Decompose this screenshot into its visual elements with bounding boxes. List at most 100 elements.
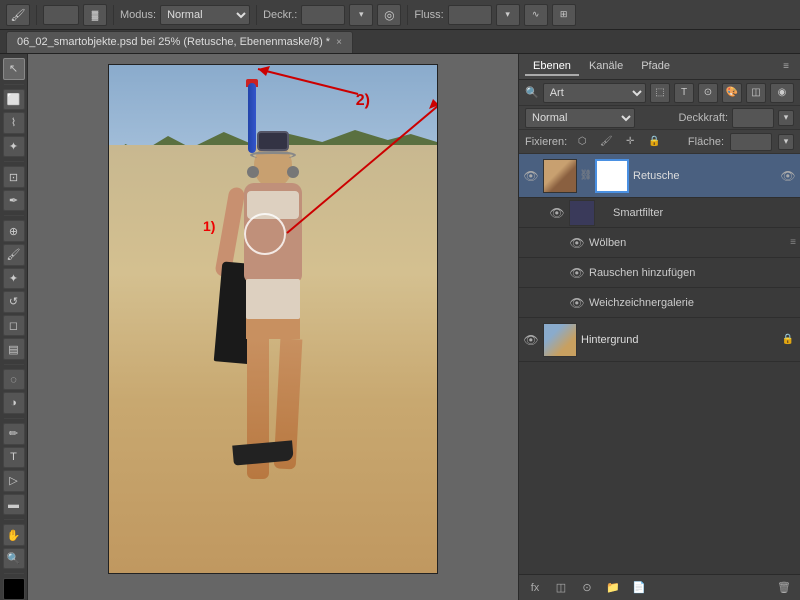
layer-chain-retusche[interactable]: ⛓ [581, 170, 591, 181]
filter-icon-2[interactable]: T [674, 83, 694, 103]
figure-head [254, 143, 292, 187]
opacity-label: Deckkraft: [678, 112, 728, 124]
layer-visibility-woelben[interactable]: 👁 [569, 235, 585, 251]
snorkel-tube [248, 83, 256, 153]
toolbar-separator-3 [256, 5, 257, 25]
tool-sep-2 [4, 161, 24, 162]
layer-thumb-hintergrund [543, 323, 577, 357]
pen-tool[interactable]: ✏ [3, 423, 25, 445]
move-tool[interactable]: ↖ [3, 58, 25, 80]
filter-icon-5[interactable]: ◫ [746, 83, 766, 103]
layer-item-rauschen[interactable]: 👁 Rauschen hinzufügen [519, 258, 800, 288]
lock-transparent-pixels[interactable]: ⬡ [573, 133, 591, 151]
layer-item-retusche[interactable]: 👁 ⛓ Retusche 👁 [519, 154, 800, 198]
filter-toggle[interactable]: ◉ [770, 83, 794, 103]
deckr-input[interactable]: 46% [301, 5, 345, 25]
tab-kanaele[interactable]: Kanäle [581, 58, 631, 76]
layer-item-smartfilter[interactable]: 👁 Smartfilter [519, 198, 800, 228]
extra-icon[interactable]: ⊞ [552, 4, 576, 26]
hand-tool[interactable]: ✋ [3, 524, 25, 546]
panel-menu-button[interactable]: ≡ [778, 59, 794, 75]
eyedropper-tool[interactable]: ✒ [3, 190, 25, 212]
modus-select[interactable]: Normal [160, 5, 250, 25]
brush-tool-icon[interactable]: 🖌 [6, 4, 30, 26]
quick-select-tool[interactable]: ✦ [3, 136, 25, 158]
deckr-dropdown-icon[interactable]: ▾ [349, 4, 373, 26]
delete-layer-button[interactable]: 🗑 [774, 578, 794, 598]
gradient-tool[interactable]: ▤ [3, 338, 25, 360]
crop-tool[interactable]: ⊡ [3, 166, 25, 188]
opacity-dropdown[interactable]: ▾ [778, 110, 794, 126]
healing-brush-tool[interactable]: ⊕ [3, 220, 25, 242]
layer-name-weichzeichner: Weichzeichnergalerie [589, 297, 796, 309]
blend-mode-select[interactable]: Normal [525, 108, 635, 128]
panel-header: Ebenen Kanäle Pfade ≡ [519, 54, 800, 80]
layer-lock-hintergrund: 🔒 [780, 332, 796, 348]
tool-sep-3 [4, 215, 24, 216]
top-toolbar: 🖌 509 ▓ Modus: Normal Deckr.: 46% ▾ ◎ Fl… [0, 0, 800, 30]
layer-visibility-rauschen[interactable]: 👁 [569, 265, 585, 281]
clone-stamp-tool[interactable]: ✦ [3, 268, 25, 290]
foreground-color[interactable] [3, 578, 25, 600]
tab-ebenen[interactable]: Ebenen [525, 58, 579, 76]
filter-icon-3[interactable]: ⊙ [698, 83, 718, 103]
blur-tool[interactable]: ◌ [3, 369, 25, 391]
tool-sep-5 [4, 418, 24, 419]
filter-type-select[interactable]: Art [543, 83, 646, 103]
brush-size-input[interactable]: 509 [43, 5, 79, 25]
text-tool[interactable]: T [3, 447, 25, 469]
layer-visibility-retusche[interactable]: 👁 [523, 168, 539, 184]
lock-position[interactable]: ✛ [621, 133, 639, 151]
create-layer-button[interactable]: 📄 [629, 578, 649, 598]
headphone-left [247, 166, 259, 178]
bikini-bottom [246, 279, 300, 319]
fx-button[interactable]: fx [525, 578, 545, 598]
shape-tool[interactable]: ▬ [3, 494, 25, 516]
layer-item-hintergrund[interactable]: 👁 Hintergrund 🔒 [519, 318, 800, 362]
toolbar-separator-2 [113, 5, 114, 25]
brush-preset-icon[interactable]: ▓ [83, 4, 107, 26]
main-area: ↖ ⬜ ⌇ ✦ ⊡ ✒ ⊕ 🖌 ✦ ↺ ◻ ▤ ◌ ◑ ✏ T ▷ ▬ ✋ 🔍 [0, 54, 800, 600]
add-adjustment-button[interactable]: ⊙ [577, 578, 597, 598]
filter-icon-1[interactable]: ⬚ [650, 83, 670, 103]
photo-figure [218, 143, 328, 513]
add-mask-button[interactable]: ◫ [551, 578, 571, 598]
tab-pfade[interactable]: Pfade [633, 58, 678, 76]
left-tools-panel: ↖ ⬜ ⌇ ✦ ⊡ ✒ ⊕ 🖌 ✦ ↺ ◻ ▤ ◌ ◑ ✏ T ▷ ▬ ✋ 🔍 [0, 54, 28, 600]
fluss-dropdown-icon[interactable]: ▾ [496, 4, 520, 26]
airbrush-icon[interactable]: ◎ [377, 4, 401, 26]
zoom-tool[interactable]: 🔍 [3, 548, 25, 570]
tab-close-button[interactable]: × [336, 37, 342, 48]
filter-icon-4[interactable]: 🎨 [722, 83, 742, 103]
layer-visibility-smartfilter[interactable]: 👁 [549, 205, 565, 221]
path-select-tool[interactable]: ▷ [3, 470, 25, 492]
fluss-input[interactable]: 100% [448, 5, 492, 25]
smoothing-icon[interactable]: ∿ [524, 4, 548, 26]
lock-image-pixels[interactable]: 🖌 [597, 133, 615, 151]
headphone-right [287, 166, 299, 178]
create-group-button[interactable]: 📁 [603, 578, 623, 598]
brush-tool[interactable]: 🖌 [3, 244, 25, 266]
flaeche-dropdown[interactable]: ▾ [778, 134, 794, 150]
layer-right-eye-retusche[interactable]: 👁 [780, 168, 796, 184]
layer-visibility-weichzeichner[interactable]: 👁 [569, 295, 585, 311]
tab-title: 06_02_smartobjekte.psd bei 25% (Retusche… [17, 36, 330, 48]
layer-name-retusche: Retusche [633, 170, 776, 182]
layer-visibility-hintergrund[interactable]: 👁 [523, 332, 539, 348]
flaeche-input[interactable]: 100% [730, 133, 772, 151]
opacity-input[interactable]: 100% [732, 108, 774, 128]
deckr-label: Deckr.: [263, 9, 297, 21]
marquee-tool[interactable]: ⬜ [3, 89, 25, 111]
lasso-tool[interactable]: ⌇ [3, 112, 25, 134]
layer-item-woelben[interactable]: 👁 Wölben ≡ [519, 228, 800, 258]
layers-list[interactable]: 👁 ⛓ Retusche 👁 👁 Smartfilter 👁 Wölben [519, 154, 800, 574]
canvas-area[interactable]: 1) 2) [28, 54, 518, 600]
eraser-tool[interactable]: ◻ [3, 315, 25, 337]
toolbar-separator-1 [36, 5, 37, 25]
layer-name-hintergrund: Hintergrund [581, 334, 776, 346]
layer-item-weichzeichner[interactable]: 👁 Weichzeichnergalerie [519, 288, 800, 318]
history-brush-tool[interactable]: ↺ [3, 291, 25, 313]
dodge-tool[interactable]: ◑ [3, 392, 25, 414]
lock-all[interactable]: 🔒 [645, 133, 663, 151]
document-tab[interactable]: 06_02_smartobjekte.psd bei 25% (Retusche… [6, 31, 353, 53]
